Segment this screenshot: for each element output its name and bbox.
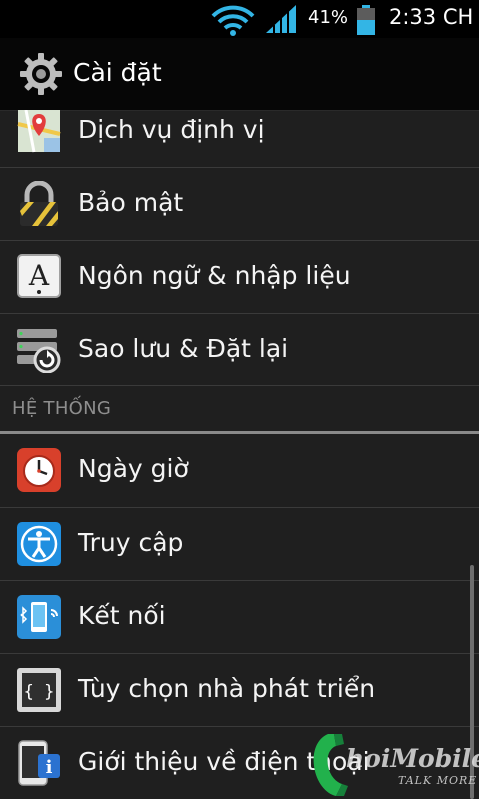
developer-braces-icon: { } [17,668,61,712]
settings-screen: 41% 2:33 CH Cài đặt Dịch vụ định vị Bảo … [0,0,479,799]
signal-icon [266,5,296,33]
settings-item-label: Tùy chọn nhà phát triển [78,674,376,703]
settings-item-label: Ngôn ngữ & nhập liệu [78,261,351,290]
status-clock: 2:33 CH [389,5,474,29]
svg-text:A: A [28,259,50,292]
language-letter-icon: A [17,254,61,298]
settings-item-location[interactable]: Dịch vụ định vị [0,110,479,168]
padlock-icon [20,181,58,226]
page-title: Cài đặt [73,58,162,87]
backup-reset-icon [17,329,61,373]
alarm-clock-icon [17,448,61,492]
settings-item-language[interactable]: A Ngôn ngữ & nhập liệu [0,241,479,314]
section-header-system: HỆ THỐNG [0,386,479,434]
action-bar: Cài đặt [0,38,479,111]
settings-item-accessibility[interactable]: Truy cập [0,508,479,581]
settings-item-connections[interactable]: Kết nối [0,581,479,654]
settings-item-label: Sao lưu & Đặt lại [78,334,289,363]
section-header-label: HỆ THỐNG [12,398,112,419]
location-map-icon [17,110,61,153]
watermark-text: hoiMobile [346,744,479,773]
settings-item-label: Ngày giờ [78,454,189,483]
settings-item-label: Bảo mật [78,188,184,217]
connectivity-icon [17,595,61,639]
accessibility-icon [17,522,61,566]
svg-text:{ }: { } [24,682,55,702]
settings-item-label: Dịch vụ định vị [78,115,265,144]
settings-item-date-time[interactable]: Ngày giờ [0,434,479,508]
watermark-tagline: TALK MORE [398,774,478,787]
settings-item-backup-reset[interactable]: Sao lưu & Đặt lại [0,314,479,386]
settings-item-label: Truy cập [78,528,184,557]
settings-item-security[interactable]: Bảo mật [0,168,479,241]
watermark-logo: hoiMobile TALK MORE [310,730,479,799]
settings-item-label: Kết nối [78,601,166,630]
settings-gear-icon[interactable] [19,52,63,96]
battery-percent: 41% [308,7,349,28]
svg-text:i: i [46,757,53,778]
status-bar: 41% 2:33 CH [0,0,479,38]
phone-info-icon: i [18,740,60,786]
settings-item-developer-options[interactable]: { } Tùy chọn nhà phát triển [0,654,479,727]
wifi-icon [211,5,255,36]
battery-icon [357,5,375,35]
